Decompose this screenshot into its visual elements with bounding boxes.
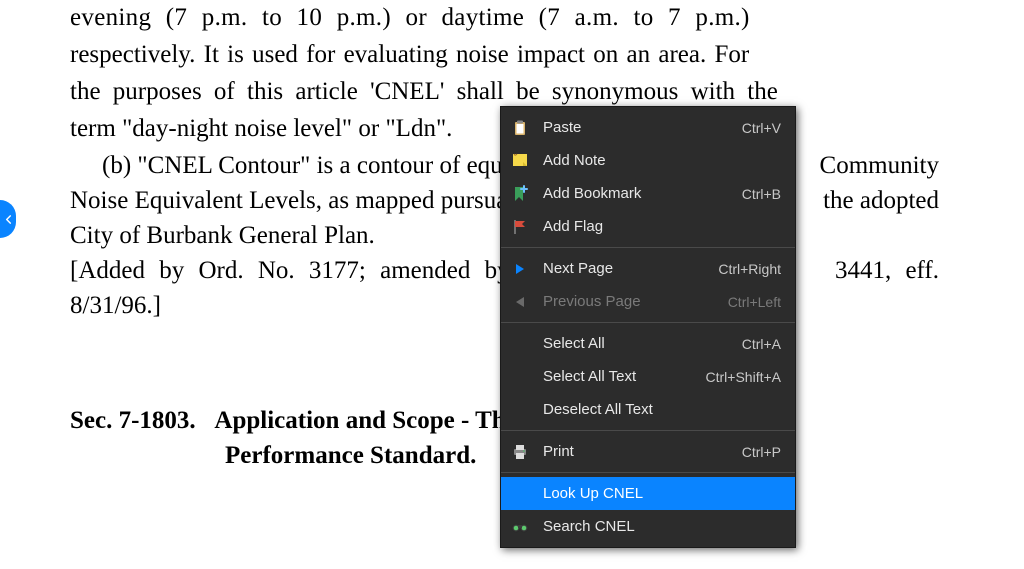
print-icon [509,441,531,463]
menu-item-select-all[interactable]: Select All Ctrl+A [501,327,795,360]
menu-label: Add Flag [543,218,781,235]
body-text: the purposes of this article ' [70,78,375,105]
body-text: term "day-night noise level" or "Ldn". [70,115,452,142]
menu-item-paste[interactable]: Paste Ctrl+V [501,111,795,144]
menu-label: Print [543,443,742,460]
binoculars-icon [509,516,531,538]
menu-item-add-bookmark[interactable]: Add Bookmark Ctrl+B [501,177,795,210]
menu-shortcut: Ctrl+Left [728,294,781,310]
clipboard-icon [509,117,531,139]
flag-icon [509,216,531,238]
menu-item-deselect-all-text[interactable]: Deselect All Text [501,393,795,426]
menu-shortcut: Ctrl+A [742,336,781,352]
menu-label: Select All [543,335,742,352]
menu-separator [501,472,795,473]
note-icon [509,150,531,172]
menu-label: Previous Page [543,293,728,310]
body-text: evening (7 p.m. to 10 p.m.) or daytime (… [70,4,750,31]
paragraph: evening (7 p.m. to 10 p.m.) or daytime (… [70,0,939,35]
menu-label: Select All Text [543,368,706,385]
menu-label: Add Note [543,152,781,169]
body-text: 3441, eff. [835,253,939,288]
menu-label: Look Up CNEL [543,485,781,502]
body-text: Noise Equivalent Levels, as mapped pursu… [70,183,553,218]
body-text: 8/31/96.] [70,292,161,319]
menu-item-print[interactable]: Print Ctrl+P [501,435,795,468]
body-text: ' shall be synonymous with the [440,78,778,105]
paragraph-line: respectively. It is used for evaluating … [70,37,939,72]
blank-icon [509,366,531,388]
menu-shortcut: Ctrl+Right [718,261,781,277]
menu-shortcut: Ctrl+B [742,186,781,202]
menu-item-add-flag[interactable]: Add Flag [501,210,795,243]
menu-item-look-up[interactable]: Look Up CNEL [501,477,795,510]
blank-icon [509,483,531,505]
context-menu: Paste Ctrl+V Add Note Add Bookmark Ctrl+… [500,106,796,548]
menu-separator [501,322,795,323]
menu-label: Paste [543,119,742,136]
menu-item-previous-page: Previous Page Ctrl+Left [501,285,795,318]
menu-shortcut: Ctrl+P [742,444,781,460]
section-number: Sec. 7-1803. [70,407,196,434]
blank-icon [509,399,531,421]
menu-shortcut: Ctrl+V [742,120,781,136]
body-text: the adopted [823,183,939,218]
body-text: City of Burbank General Plan. [70,222,375,249]
bookmark-icon [509,183,531,205]
paragraph-line: the purposes of this article 'CNEL' shal… [70,74,939,109]
menu-label: Next Page [543,260,718,277]
previous-icon [509,291,531,313]
menu-shortcut: Ctrl+Shift+A [706,369,781,385]
menu-label: Search CNEL [543,518,781,535]
next-icon [509,258,531,280]
menu-label: Add Bookmark [543,185,742,202]
body-text: respectively. It is used for evaluating … [70,41,749,68]
menu-label: Deselect All Text [543,401,781,418]
menu-item-select-all-text[interactable]: Select All Text Ctrl+Shift+A [501,360,795,393]
menu-separator [501,247,795,248]
blank-icon [509,333,531,355]
menu-item-search[interactable]: Search CNEL [501,510,795,543]
body-text: (b) "CNEL Contour" is a contour of equal [102,152,521,179]
body-text: Community [820,148,939,183]
chevron-left-icon [4,215,13,224]
selected-text[interactable]: CNEL [375,78,440,105]
menu-item-add-note[interactable]: Add Note [501,144,795,177]
menu-separator [501,430,795,431]
menu-item-next-page[interactable]: Next Page Ctrl+Right [501,252,795,285]
